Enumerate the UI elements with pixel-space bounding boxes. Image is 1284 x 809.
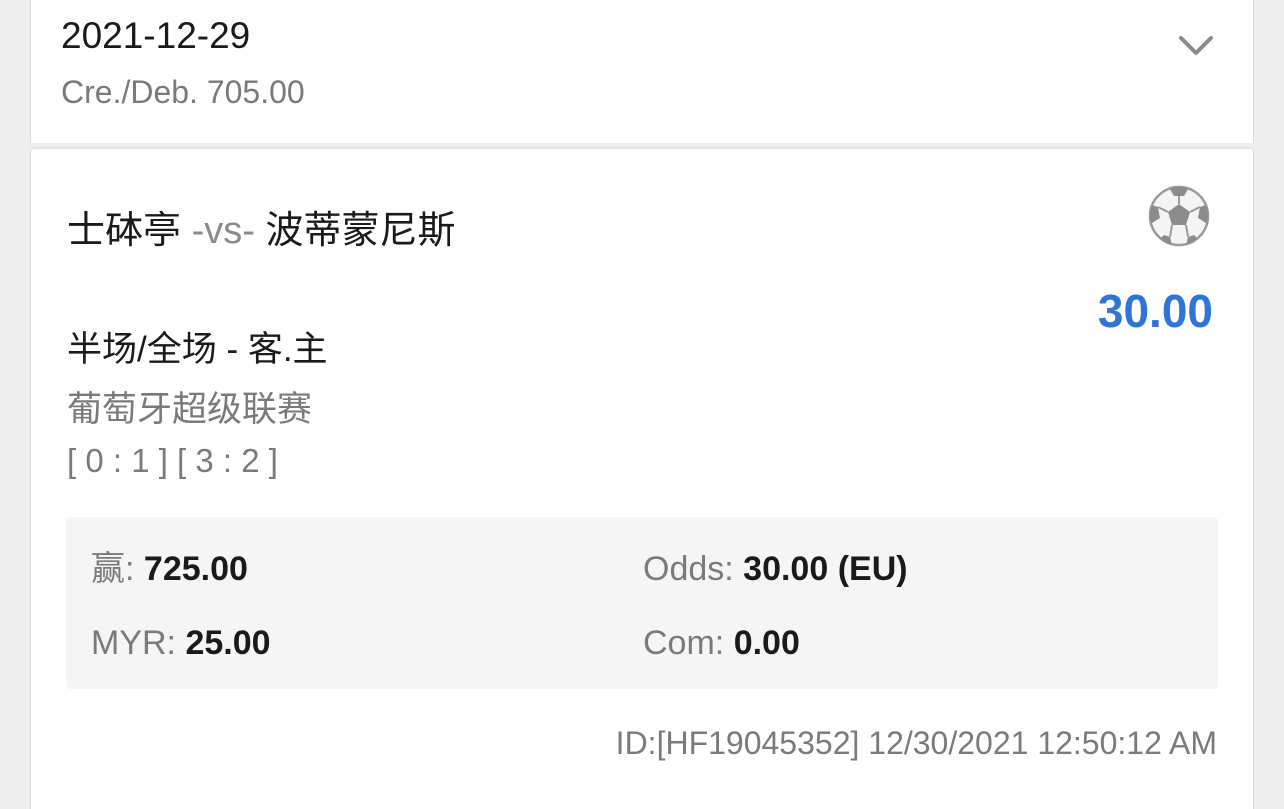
win-amount: 赢: 725.00 [91, 547, 248, 591]
win-label: 赢: [91, 550, 135, 588]
vs-separator: -vs- [191, 210, 255, 252]
odds-label: Odds: [643, 550, 734, 588]
bet-id-timestamp: ID:[HF19045352] 12/30/2021 12:50:12 AM [615, 725, 1217, 761]
bet-type: 半场/全场 - 客.主 [67, 330, 328, 369]
odds-value: 30.00 (EU) [743, 550, 908, 588]
league-name: 葡萄牙超级联赛 [67, 390, 313, 429]
date-group-header[interactable]: 2021-12-29 Cre./Deb. 705.00 [30, 0, 1254, 143]
chevron-down-icon[interactable] [1178, 32, 1214, 60]
group-date: 2021-12-29 [61, 15, 251, 56]
commission: Com: 0.00 [643, 621, 800, 665]
com-value: 0.00 [733, 624, 800, 662]
match-title: 士砵亭 -vs- 波蒂蒙尼斯 [67, 207, 455, 255]
win-value: 725.00 [143, 550, 248, 588]
currency-label: MYR: [91, 624, 176, 662]
odds: Odds: 30.00 (EU) [643, 547, 908, 591]
stake-amount: 30.00 [1097, 285, 1213, 337]
currency-value: 25.00 [185, 624, 271, 662]
soccer-ball-icon [1148, 185, 1210, 247]
credit-debit-total: Cre./Deb. 705.00 [61, 74, 305, 110]
away-team: 波蒂蒙尼斯 [265, 210, 456, 252]
home-team: 士砵亭 [67, 210, 182, 252]
com-label: Com: [643, 624, 725, 662]
match-scores: [ 0 : 1 ] [ 3 : 2 ] [67, 442, 278, 479]
bet-card: 士砵亭 -vs- 波蒂蒙尼斯 30.00 半场/全场 - 客.主 葡萄牙超级联赛… [30, 147, 1254, 809]
bet-details: 赢: 725.00 Odds: 30.00 (EU) MYR: 25.00 Co… [66, 517, 1218, 689]
stake-currency: MYR: 25.00 [91, 621, 271, 665]
